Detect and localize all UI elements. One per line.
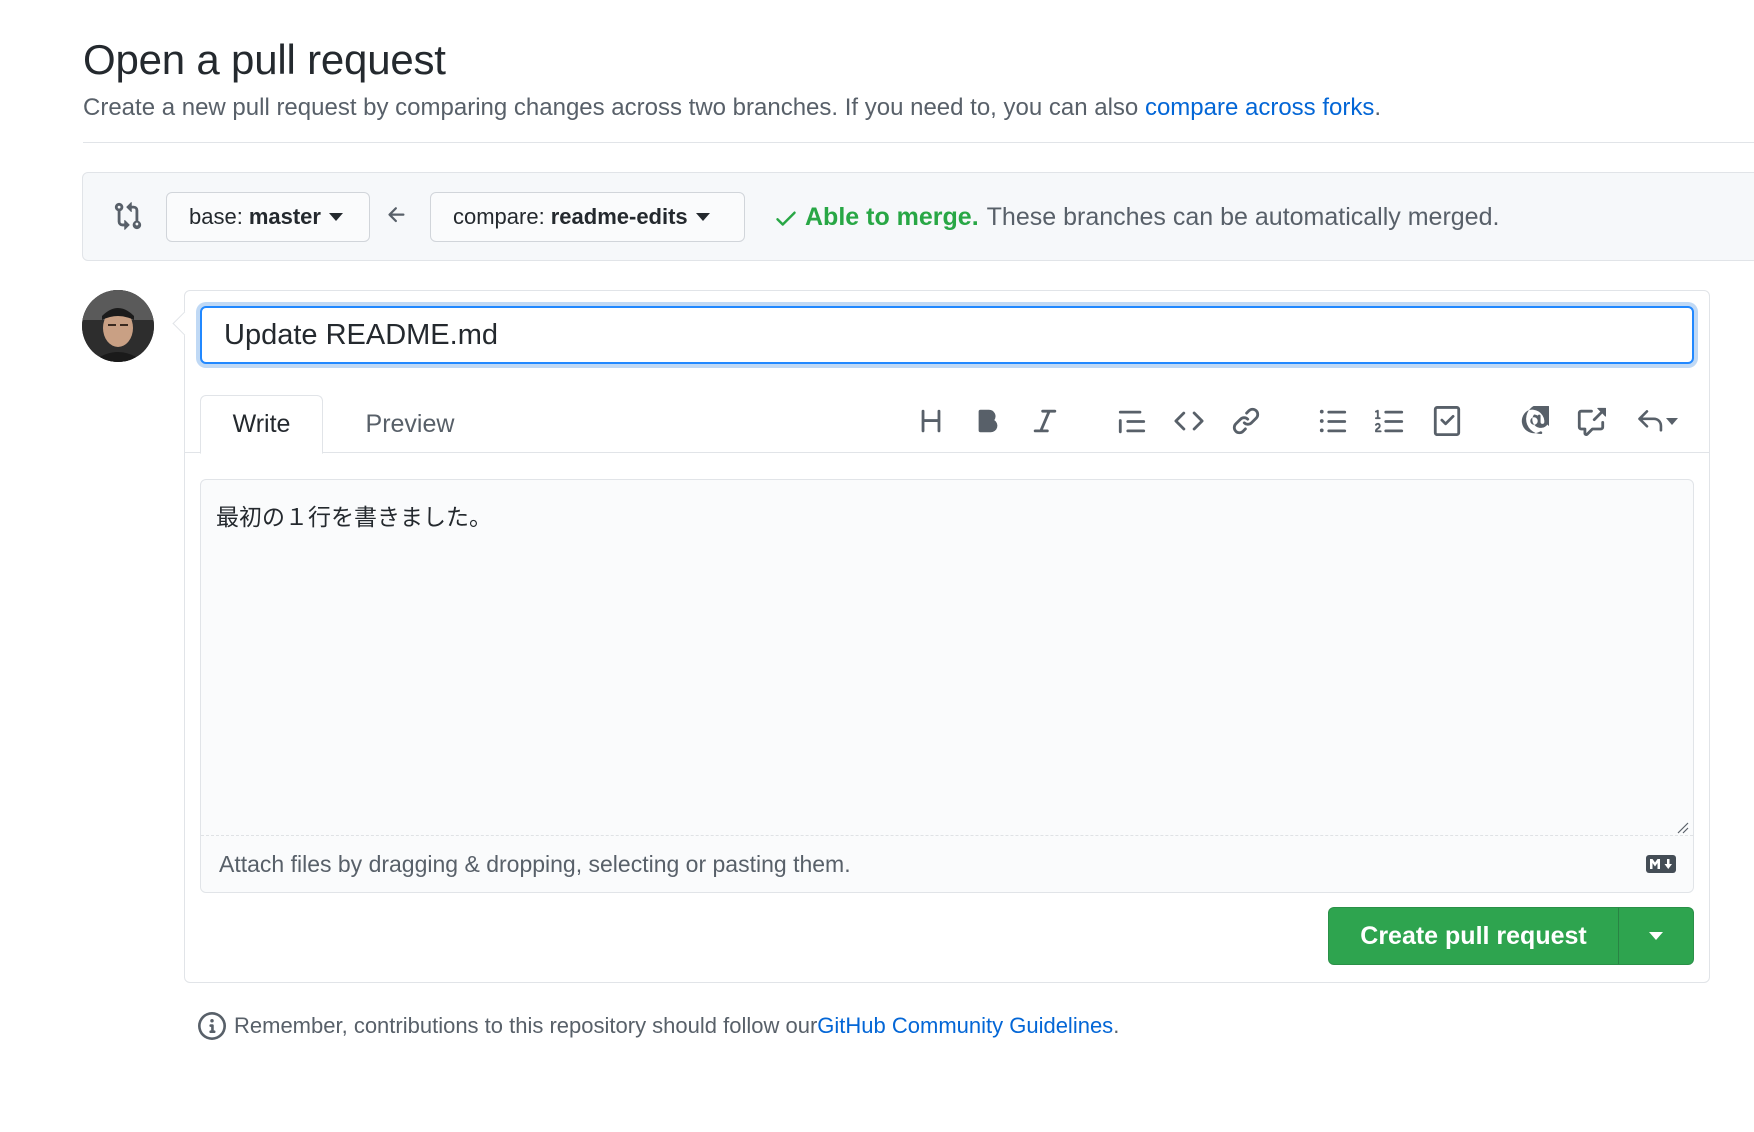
info-icon	[198, 1012, 226, 1040]
pr-body-text: 最初の１行を書きました。	[216, 505, 492, 531]
reply-icon[interactable]	[1630, 403, 1684, 439]
guidelines-text: Remember, contributions to this reposito…	[234, 1013, 818, 1038]
numbered-list-icon[interactable]	[1372, 403, 1408, 439]
subtitle-end: .	[1374, 94, 1382, 121]
drop-hint-text: Attach files by dragging & dropping, sel…	[219, 850, 851, 877]
avatar-image	[82, 290, 154, 362]
merge-ok-label: Able to merge.	[805, 203, 979, 231]
create-pr-label[interactable]: Create pull request	[1329, 908, 1619, 964]
bulleted-list-icon[interactable]	[1315, 403, 1351, 439]
compare-across-forks-link[interactable]: compare across forks	[1145, 94, 1374, 121]
compare-branch-name: readme-edits	[550, 204, 688, 229]
resize-handle-icon[interactable]	[1675, 820, 1689, 834]
pr-title-input[interactable]	[200, 306, 1694, 364]
subtitle-text: Create a new pull request by comparing c…	[83, 94, 1145, 121]
pr-body-textarea[interactable]: 最初の１行を書きました。 Attach files by dragging & …	[200, 479, 1694, 893]
heading-icon[interactable]	[913, 403, 949, 439]
community-guidelines-link[interactable]: GitHub Community Guidelines	[817, 1013, 1113, 1039]
chevron-down-icon	[328, 213, 343, 221]
pull-request-form: Write Preview 最初の１行を書きました。 Attach files …	[184, 290, 1710, 983]
merge-status: Able to merge. These branches can be aut…	[773, 203, 1499, 232]
create-pull-request-button[interactable]: Create pull request	[1328, 907, 1694, 965]
cross-reference-icon[interactable]	[1573, 403, 1609, 439]
mention-icon[interactable]	[1516, 403, 1552, 439]
file-attach-dropzone[interactable]: Attach files by dragging & dropping, sel…	[201, 835, 1693, 892]
merge-detail: These branches can be automatically merg…	[986, 203, 1500, 231]
range-editor: base: master compare: readme-edits Able …	[82, 172, 1754, 261]
git-compare-icon	[114, 202, 142, 230]
contribution-guidelines-note: Remember, contributions to this reposito…	[198, 1012, 1119, 1040]
chevron-down-icon	[1666, 417, 1678, 425]
compare-branch-select[interactable]: compare: readme-edits	[430, 192, 745, 242]
bold-icon[interactable]	[970, 403, 1006, 439]
chevron-down-icon	[695, 213, 710, 221]
check-icon	[776, 211, 796, 226]
avatar[interactable]	[82, 290, 154, 362]
guidelines-end: .	[1113, 1013, 1120, 1038]
code-icon[interactable]	[1171, 403, 1207, 439]
italic-icon[interactable]	[1027, 403, 1063, 439]
create-pr-options-toggle[interactable]	[1619, 908, 1693, 964]
base-branch-name: master	[248, 204, 321, 229]
quote-icon[interactable]	[1114, 403, 1150, 439]
base-branch-select[interactable]: base: master	[166, 192, 370, 242]
markdown-icon[interactable]	[1645, 854, 1677, 874]
page-subtitle: Create a new pull request by comparing c…	[83, 94, 1381, 122]
base-prefix: base:	[189, 204, 243, 229]
title-divider	[83, 142, 1754, 143]
link-icon[interactable]	[1228, 403, 1264, 439]
page-title: Open a pull request	[83, 36, 446, 83]
chevron-down-icon	[1649, 932, 1663, 940]
markdown-toolbar	[185, 403, 1709, 439]
arrow-left-icon	[388, 207, 405, 223]
compare-prefix: compare:	[453, 204, 545, 229]
task-list-icon[interactable]	[1429, 403, 1465, 439]
